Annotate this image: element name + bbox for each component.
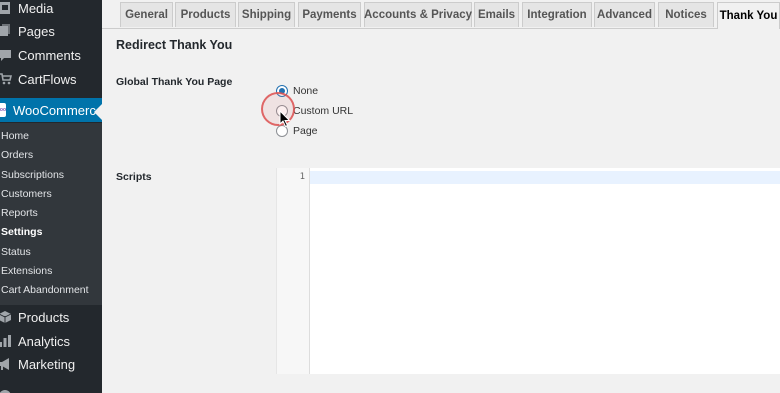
line-number: 1	[299, 172, 305, 182]
sidebar-item-label: Marketing	[18, 356, 76, 372]
submenu-item-home[interactable]: Home	[1, 130, 29, 142]
submenu-item-subscriptions[interactable]: Subscriptions	[1, 169, 64, 181]
line-gutter: 1	[277, 168, 310, 374]
pages-icon	[0, 24, 12, 38]
sidebar-item-partial[interactable]	[0, 384, 102, 393]
sidebar-item-label: Analytics	[18, 333, 71, 349]
section-title: Redirect Thank You	[116, 38, 233, 52]
current-menu-arrow	[94, 104, 102, 120]
sidebar-item-woocommerce[interactable]: woo WooCommerce	[0, 98, 102, 122]
tab-shipping[interactable]: Shipping	[238, 2, 295, 27]
tab-payments[interactable]: Payments	[298, 2, 361, 27]
sidebar-item-pages[interactable]: Pages	[0, 19, 102, 43]
marketing-icon	[0, 357, 12, 371]
sidebar-item-analytics[interactable]: Analytics	[0, 329, 102, 353]
sidebar-item-marketing[interactable]: Marketing	[0, 352, 102, 376]
sidebar-item-label: Pages	[18, 23, 55, 39]
sidebar-item-label: Media	[18, 0, 54, 16]
sidebar-item-label: CartFlows	[18, 71, 77, 87]
radio-custom-url-label[interactable]: Custom URL	[293, 105, 353, 117]
active-line-highlight	[310, 171, 780, 184]
sidebar-item-cartflows[interactable]: CartFlows	[0, 67, 102, 91]
sidebar-item-label: Products	[18, 309, 70, 325]
cartflows-icon	[0, 72, 12, 86]
tab-general[interactable]: General	[120, 2, 173, 27]
products-icon	[0, 310, 12, 324]
submenu-item-orders[interactable]: Orders	[1, 149, 33, 161]
mouse-cursor-icon	[279, 110, 291, 128]
thank-you-page-label: Global Thank You Page	[116, 76, 233, 88]
settings-tabs: General Products Shipping Payments Accou…	[102, 0, 780, 29]
submenu-item-cart-abandonment[interactable]: Cart Abandonment	[1, 284, 89, 296]
media-icon	[0, 1, 12, 15]
menu-icon	[0, 389, 12, 393]
tab-thank-you[interactable]: Thank You	[717, 2, 780, 29]
submenu-item-extensions[interactable]: Extensions	[1, 265, 52, 277]
sidebar-item-label: Comments	[18, 47, 81, 63]
tab-products[interactable]: Products	[175, 2, 236, 27]
sidebar-item-comments[interactable]: Comments	[0, 43, 102, 67]
sidebar-item-products[interactable]: Products	[0, 305, 102, 329]
tab-emails[interactable]: Emails	[474, 2, 519, 27]
woocommerce-icon: woo	[0, 103, 6, 117]
analytics-icon	[0, 334, 12, 348]
tab-notices[interactable]: Notices	[658, 2, 714, 27]
submenu-item-settings[interactable]: Settings	[1, 226, 42, 238]
submenu-item-reports[interactable]: Reports	[1, 207, 38, 219]
submenu-item-customers[interactable]: Customers	[1, 188, 52, 200]
sidebar-item-media[interactable]: Media	[0, 0, 102, 20]
tab-accounts-privacy[interactable]: Accounts & Privacy	[364, 2, 472, 27]
tab-integration[interactable]: Integration	[522, 2, 592, 27]
scripts-code-editor[interactable]: 1	[276, 168, 780, 374]
scripts-label: Scripts	[116, 171, 152, 183]
radio-none-label[interactable]: None	[293, 85, 318, 97]
sidebar-item-label: WooCommerce	[13, 102, 102, 118]
woocommerce-submenu: Home Orders Subscriptions Customers Repo…	[0, 123, 102, 305]
radio-page-label[interactable]: Page	[293, 125, 318, 137]
comments-icon	[0, 48, 12, 62]
tab-advanced[interactable]: Advanced	[594, 2, 655, 27]
admin-sidebar: Media Pages Comments CartFlows woo WooCo…	[0, 0, 102, 393]
submenu-item-status[interactable]: Status	[1, 246, 31, 258]
